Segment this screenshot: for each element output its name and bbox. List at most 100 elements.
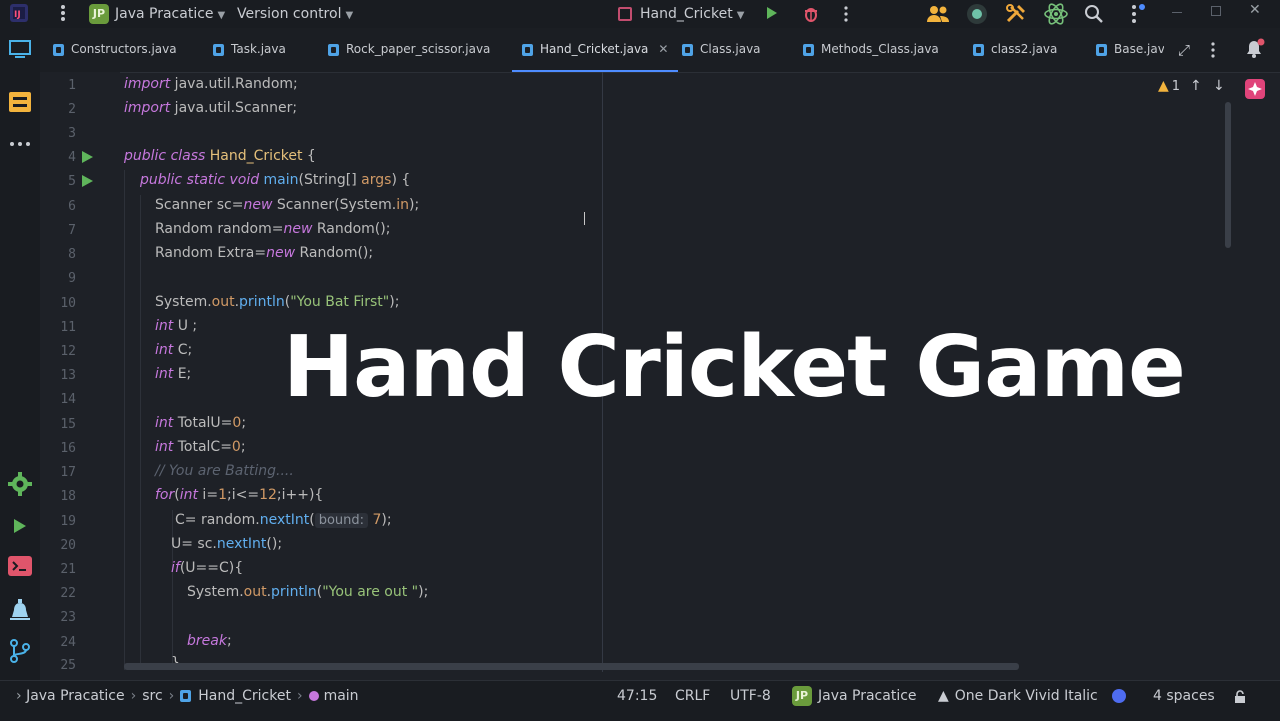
warning-count: 1 — [1171, 79, 1181, 94]
code-text: System. — [155, 294, 212, 310]
line-number: 15 — [60, 417, 76, 432]
ai-assistant-icon[interactable] — [1245, 79, 1265, 99]
class-name: Hand_Cricket — [205, 148, 303, 164]
code-line: int U ; — [155, 318, 197, 334]
code-text: ;i<= — [226, 487, 260, 503]
breadcrumb-class[interactable]: Hand_Cricket — [198, 688, 291, 704]
keyword: if — [171, 560, 180, 576]
code-text: ); — [381, 512, 392, 528]
code-text: Random(); — [295, 245, 374, 261]
string-literal: "You are out " — [322, 584, 419, 600]
code-text: TotalU= — [173, 415, 233, 431]
code-line: int E; — [155, 366, 191, 382]
code-text: { — [302, 148, 316, 164]
keyword: int — [155, 342, 174, 358]
keyword: import — [124, 76, 171, 92]
code-line: Random Extra=new Random(); — [155, 245, 373, 261]
arrow-up-icon[interactable]: ↑ — [1190, 78, 1202, 94]
caret-position[interactable]: 47:15 — [617, 681, 657, 711]
arrow-down-icon[interactable]: ↓ — [1213, 78, 1225, 94]
method-name: println — [239, 294, 285, 310]
keyword: public static void — [140, 172, 260, 188]
keyword: break — [187, 633, 227, 649]
line-number: 12 — [60, 344, 76, 359]
code-line: int TotalC=0; — [155, 439, 246, 455]
keyword: new — [283, 221, 313, 237]
line-number: 13 — [60, 368, 76, 383]
line-number: 6 — [68, 199, 76, 214]
close-icon[interactable]: ✕ — [1249, 2, 1261, 18]
line-number: 11 — [60, 320, 76, 335]
code-text: Scanner sc= — [155, 197, 244, 213]
code-text: TotalC= — [173, 439, 232, 455]
indent-setting[interactable]: 4 spaces — [1153, 681, 1215, 711]
code-text: ; — [240, 439, 246, 455]
code-line: System.out.println("You are out "); — [187, 584, 428, 600]
breadcrumb-project[interactable]: Java Pracatice — [26, 688, 125, 704]
code-text: Scanner(System. — [272, 197, 397, 213]
number-literal: 0 — [232, 415, 242, 431]
code-line: U= sc.nextInt(); — [171, 536, 282, 552]
code-text: ; — [226, 633, 232, 649]
line-number: 9 — [68, 271, 76, 286]
line-number: 4 — [68, 150, 76, 165]
code-text: System. — [187, 584, 244, 600]
number-literal: 12 — [259, 487, 277, 503]
theme-indicator[interactable]: ▲ One Dark Vivid Italic — [938, 681, 1098, 711]
keyword: int — [155, 318, 174, 334]
code-text: ); — [418, 584, 429, 600]
keyword: int — [155, 415, 174, 431]
code-text: ( — [309, 512, 315, 528]
run-class-icon[interactable] — [82, 151, 93, 163]
breadcrumb: › Java Pracatice › src › Hand_Cricket › main — [16, 681, 359, 711]
line-number: 8 — [68, 247, 76, 262]
code-line: System.out.println("You Bat First"); — [155, 294, 399, 310]
breadcrumb-separator: › — [296, 688, 303, 704]
keyword: int — [155, 439, 174, 455]
number-literal: 0 — [231, 439, 241, 455]
field: out — [243, 584, 267, 600]
run-main-icon[interactable] — [82, 175, 93, 187]
project-indicator[interactable]: JP Java Pracatice — [792, 681, 917, 711]
status-dot-icon[interactable] — [1112, 689, 1126, 703]
notifications-icon[interactable] — [1243, 38, 1265, 64]
mouse-cursor — [584, 212, 589, 225]
code-line: import java.util.Random; — [124, 76, 298, 92]
overlay-title: Hand Cricket Game — [283, 318, 1186, 417]
line-number: 5 — [68, 174, 76, 189]
line-number: 24 — [60, 635, 76, 650]
project-name: Java Pracatice — [818, 688, 917, 704]
method-name: main — [259, 172, 299, 188]
inspection-widget[interactable]: ▲ 1 — [1158, 78, 1180, 96]
number-literal: 1 — [218, 487, 227, 503]
keyword: new — [243, 197, 273, 213]
warning-icon: ▲ — [1158, 78, 1169, 94]
breadcrumb-method[interactable]: main — [324, 688, 359, 704]
code-text: Random Extra= — [155, 245, 267, 261]
breadcrumb-chevron-icon: › — [16, 688, 22, 704]
keyword: int — [179, 487, 198, 503]
parameter-hint: bound: — [314, 513, 369, 528]
code-line: public static void main(String[] args) { — [140, 172, 410, 188]
theme-icon: ▲ — [938, 688, 949, 704]
line-separator[interactable]: CRLF — [675, 681, 710, 711]
code-text: Random random= — [155, 221, 284, 237]
indent-guide — [140, 195, 141, 670]
code-line: C= random.nextInt(bound: 7); — [175, 512, 392, 528]
code-line: Scanner sc=new Scanner(System.in); — [155, 197, 419, 213]
indent-guide — [172, 510, 173, 670]
code-text: E; — [173, 366, 192, 382]
breadcrumb-separator: › — [168, 688, 175, 704]
horizontal-scrollbar[interactable] — [124, 663, 1019, 670]
file-encoding[interactable]: UTF-8 — [730, 681, 771, 711]
code-line: int C; — [155, 342, 192, 358]
keyword: new — [266, 245, 296, 261]
code-text: Random(); — [312, 221, 391, 237]
keyword: for — [155, 487, 175, 503]
code-line: import java.util.Scanner; — [124, 100, 297, 116]
lock-icon[interactable] — [1234, 689, 1246, 708]
line-number: 10 — [60, 296, 76, 311]
vertical-scrollbar[interactable] — [1225, 102, 1231, 248]
breadcrumb-src[interactable]: src — [142, 688, 162, 704]
line-number: 16 — [60, 441, 76, 456]
